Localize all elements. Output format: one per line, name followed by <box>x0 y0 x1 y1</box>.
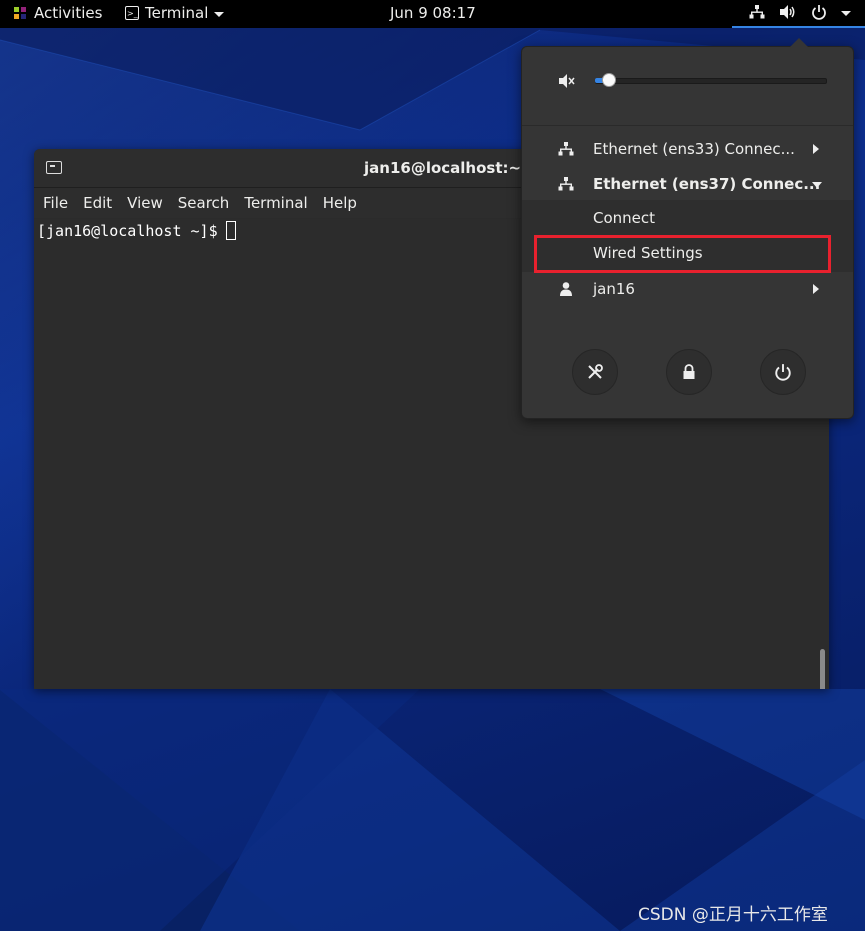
power-icon <box>775 364 791 381</box>
annotation-highlight-box <box>534 235 831 273</box>
watermark: CSDN @正月十六工作室 <box>638 905 828 925</box>
network-item-ens37[interactable]: Ethernet (ens37) Connec... <box>522 167 853 201</box>
network-wired-icon <box>558 177 574 191</box>
system-status-menu: Ethernet (ens33) Connec... Ethernet (ens… <box>521 38 854 419</box>
chevron-right-icon <box>813 284 819 294</box>
menu-search[interactable]: Search <box>178 194 230 212</box>
terminal-window-icon[interactable] <box>46 161 62 174</box>
top-bar: Activities >_ Terminal Jun 9 08:17 <box>0 0 865 28</box>
menu-help[interactable]: Help <box>323 194 357 212</box>
lock-button[interactable] <box>666 349 712 395</box>
lock-icon <box>683 364 695 379</box>
chevron-down-icon <box>812 182 822 188</box>
menu-edit[interactable]: Edit <box>83 194 112 212</box>
menu-terminal[interactable]: Terminal <box>244 194 307 212</box>
user-label: jan16 <box>593 280 635 298</box>
network-item-label: Ethernet (ens37) Connec... <box>593 175 821 193</box>
chevron-right-icon <box>813 144 819 154</box>
shell-prompt: [jan16@localhost ~]$ <box>37 221 218 240</box>
volume-slider-track[interactable] <box>595 78 827 84</box>
network-item-ens33[interactable]: Ethernet (ens33) Connec... <box>522 132 853 166</box>
system-status-area[interactable] <box>749 4 851 20</box>
menu-view[interactable]: View <box>127 194 163 212</box>
network-item-label: Ethernet (ens33) Connec... <box>593 140 795 158</box>
network-wired-icon <box>749 5 765 19</box>
connect-menu-item[interactable]: Connect <box>522 201 853 235</box>
app-menu-button[interactable]: >_ Terminal <box>125 4 225 22</box>
settings-icon <box>588 364 603 379</box>
centos-logo-icon <box>14 7 26 19</box>
power-icon <box>812 5 826 20</box>
chevron-down-icon <box>841 10 851 16</box>
chevron-down-icon <box>214 11 225 17</box>
popover-arrow <box>790 38 808 47</box>
network-wired-icon <box>558 142 574 156</box>
activities-button[interactable]: Activities <box>12 4 102 22</box>
menu-file[interactable]: File <box>43 194 68 212</box>
terminal-scrollbar[interactable] <box>820 649 825 689</box>
separator <box>522 125 853 126</box>
user-icon <box>560 282 572 296</box>
volume-icon <box>780 5 795 19</box>
settings-button[interactable] <box>572 349 618 395</box>
power-off-button[interactable] <box>760 349 806 395</box>
app-menu-label: Terminal <box>145 4 209 22</box>
status-area-active-indicator <box>732 26 865 28</box>
prompt-line: [jan16@localhost ~]$ <box>37 221 236 240</box>
terminal-icon: >_ <box>125 6 139 20</box>
activities-label: Activities <box>34 4 103 22</box>
terminal-title: jan16@localhost:~ <box>364 159 522 177</box>
clock[interactable]: Jun 9 08:17 <box>390 4 476 22</box>
text-cursor <box>225 221 236 240</box>
connect-label: Connect <box>593 209 656 227</box>
user-menu-item[interactable]: jan16 <box>522 272 853 306</box>
volume-muted-icon <box>559 74 575 88</box>
volume-slider-handle[interactable] <box>602 73 616 87</box>
